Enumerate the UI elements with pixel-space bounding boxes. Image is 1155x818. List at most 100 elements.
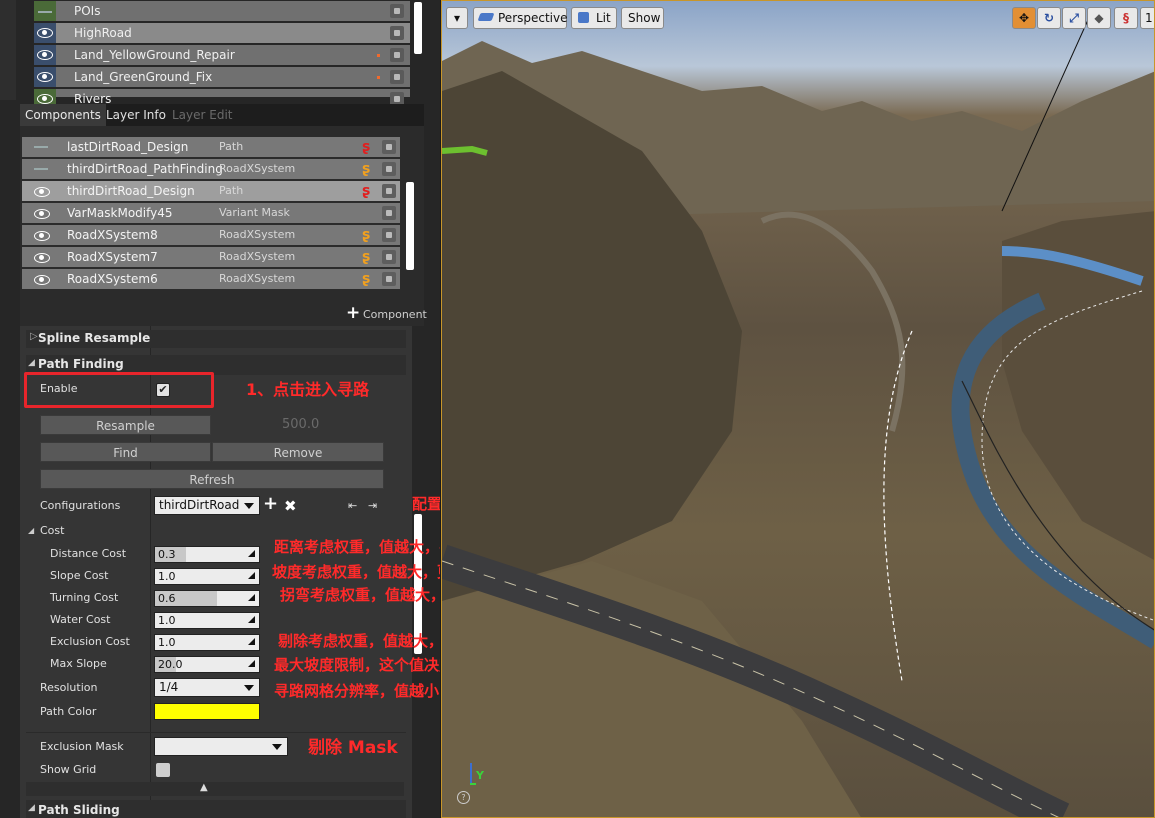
tab-layer-info[interactable]: Layer Info <box>101 104 171 126</box>
spline-resample-header[interactable]: ▷ Spline Resample <box>26 330 406 348</box>
lit-button[interactable]: Lit <box>571 7 617 29</box>
cost-label: Cost <box>40 524 65 537</box>
spline-icon: ʂ <box>362 161 371 177</box>
spline-icon: ʂ <box>362 139 371 155</box>
lock-icon[interactable] <box>382 250 396 264</box>
visibility-toggle[interactable] <box>34 1 56 21</box>
lock-icon[interactable] <box>390 48 404 62</box>
cost-slider-input[interactable]: 20.0 <box>154 656 260 673</box>
configurations-dropdown[interactable]: thirdDirtRoad <box>154 496 260 515</box>
path-color-swatch[interactable] <box>154 703 260 720</box>
component-row[interactable]: lastDirtRoad_Design Path ʂ <box>22 137 400 157</box>
translate-icon[interactable]: ✥ <box>1012 7 1036 29</box>
rotate-icon[interactable]: ↻ <box>1037 7 1061 29</box>
add-config-icon[interactable]: + <box>263 494 278 514</box>
resample-button[interactable]: Resample <box>40 415 211 435</box>
cube-icon <box>578 12 589 23</box>
lock-icon[interactable] <box>390 4 404 18</box>
eye-icon[interactable] <box>34 187 50 197</box>
viewport-options-button[interactable]: ▾ <box>446 7 468 29</box>
layer-row[interactable]: Rivers <box>34 89 410 109</box>
lock-icon[interactable] <box>382 140 396 154</box>
component-row[interactable]: VarMaskModify45 Variant Mask <box>22 203 400 223</box>
annotation-exclusion: 剔除考虑权重，值越大，越倾向于回避剔除Mask <box>278 632 440 650</box>
surface-snap-icon[interactable]: ◆ <box>1087 7 1111 29</box>
chevron-down-icon <box>272 744 282 750</box>
layer-row[interactable]: HighRoad <box>34 23 410 43</box>
visibility-toggle[interactable] <box>34 67 56 87</box>
visibility-toggle[interactable] <box>34 45 56 65</box>
scale-icon[interactable]: ⤢ <box>1062 7 1086 29</box>
tab-components[interactable]: Components <box>20 104 106 126</box>
refresh-button[interactable]: Refresh <box>40 469 384 489</box>
dirt-road <box>760 211 906 432</box>
modified-marker <box>377 54 380 57</box>
details-panel: POIs HighRoad Land_YellowGround_Repair Land… <box>0 0 440 818</box>
resolution-label: Resolution <box>40 681 98 694</box>
path-sliding-header[interactable]: ◢ Path Sliding <box>26 800 406 818</box>
show-button[interactable]: Show <box>621 7 664 29</box>
resolution-dropdown[interactable]: 1/4 <box>154 678 260 697</box>
lock-icon[interactable] <box>382 272 396 286</box>
component-row[interactable]: RoadXSystem7 RoadXSystem ʂ <box>22 247 400 267</box>
lock-icon[interactable] <box>390 26 404 40</box>
advanced-expander[interactable]: ▲ <box>26 782 404 796</box>
eye-icon[interactable] <box>34 275 50 285</box>
lock-icon[interactable] <box>382 206 396 220</box>
chevron-down-icon <box>244 685 254 691</box>
cost-slider-input[interactable]: 1.0 <box>154 634 260 651</box>
hidden-icon[interactable] <box>34 146 48 148</box>
component-name: VarMaskModify45 <box>67 206 173 220</box>
lock-icon[interactable] <box>382 162 396 176</box>
cost-collapse-icon[interactable]: ◢ <box>28 526 34 535</box>
export-icon[interactable]: ⇥ <box>368 499 377 512</box>
delete-config-icon[interactable]: ✖ <box>284 496 297 516</box>
annotation-distance: 距离考虑权重，值越大，寻路结果越短 <box>274 538 440 556</box>
component-list: lastDirtRoad_Design Path ʂ thirdDirtRoad_Pa… <box>20 126 424 298</box>
resolution-value: 1/4 <box>159 680 179 694</box>
add-component-button[interactable]: Component <box>363 308 427 321</box>
cost-slider-input[interactable]: 1.0 <box>154 568 260 585</box>
find-button[interactable]: Find <box>40 442 211 462</box>
help-icon[interactable]: ? <box>457 791 470 804</box>
spline-icon: ʂ <box>362 271 371 287</box>
eye-icon[interactable] <box>34 231 50 241</box>
lit-label: Lit <box>596 11 611 25</box>
camera-speed-button[interactable]: 1 <box>1140 7 1154 29</box>
tab-layer-edit[interactable]: Layer Edit <box>167 104 238 126</box>
cost-slider-input[interactable]: 0.6 <box>154 590 260 607</box>
component-name: RoadXSystem7 <box>67 250 158 264</box>
cost-slider-input[interactable]: 1.0 <box>154 612 260 629</box>
collapse-icon: ◢ <box>28 803 35 813</box>
layer-scrollbar[interactable] <box>414 2 422 54</box>
layer-row[interactable]: Land_GreenGround_Fix <box>34 67 410 87</box>
perspective-button[interactable]: Perspective <box>473 7 568 29</box>
component-row[interactable]: RoadXSystem6 RoadXSystem ʂ <box>22 269 400 289</box>
lock-icon[interactable] <box>382 184 396 198</box>
spline-resample-title: Spline Resample <box>38 331 151 345</box>
eye-icon[interactable] <box>34 209 50 219</box>
exclusion-mask-dropdown[interactable] <box>154 737 288 756</box>
component-scrollbar[interactable] <box>406 182 414 270</box>
lock-icon[interactable] <box>390 70 404 84</box>
component-row[interactable]: thirdDirtRoad_PathFinding RoadXSystem ʂ <box>22 159 400 179</box>
show-grid-checkbox[interactable] <box>156 763 170 777</box>
lock-icon[interactable] <box>382 228 396 242</box>
component-type: Path <box>219 184 244 197</box>
world-local-icon[interactable]: § <box>1114 7 1138 29</box>
layer-row[interactable]: Land_YellowGround_Repair <box>34 45 410 65</box>
cost-slider-input[interactable]: 0.3 <box>154 546 260 563</box>
eye-icon <box>37 72 53 82</box>
component-row[interactable]: thirdDirtRoad_Design Path ʂ <box>22 181 400 201</box>
remove-button[interactable]: Remove <box>212 442 384 462</box>
eye-icon[interactable] <box>34 253 50 263</box>
import-icon[interactable]: ⇤ <box>348 499 357 512</box>
component-row[interactable]: RoadXSystem8 RoadXSystem ʂ <box>22 225 400 245</box>
component-name: RoadXSystem6 <box>67 272 158 286</box>
hidden-icon[interactable] <box>34 168 48 170</box>
visibility-toggle[interactable] <box>34 23 56 43</box>
eye-icon <box>37 28 53 38</box>
cost-label: Max Slope <box>50 657 107 670</box>
layer-row[interactable]: POIs <box>34 1 410 21</box>
level-viewport[interactable]: ▾ Perspective Lit Show ✥ ↻ ⤢ ◆ § 1 Y ? <box>441 0 1155 818</box>
